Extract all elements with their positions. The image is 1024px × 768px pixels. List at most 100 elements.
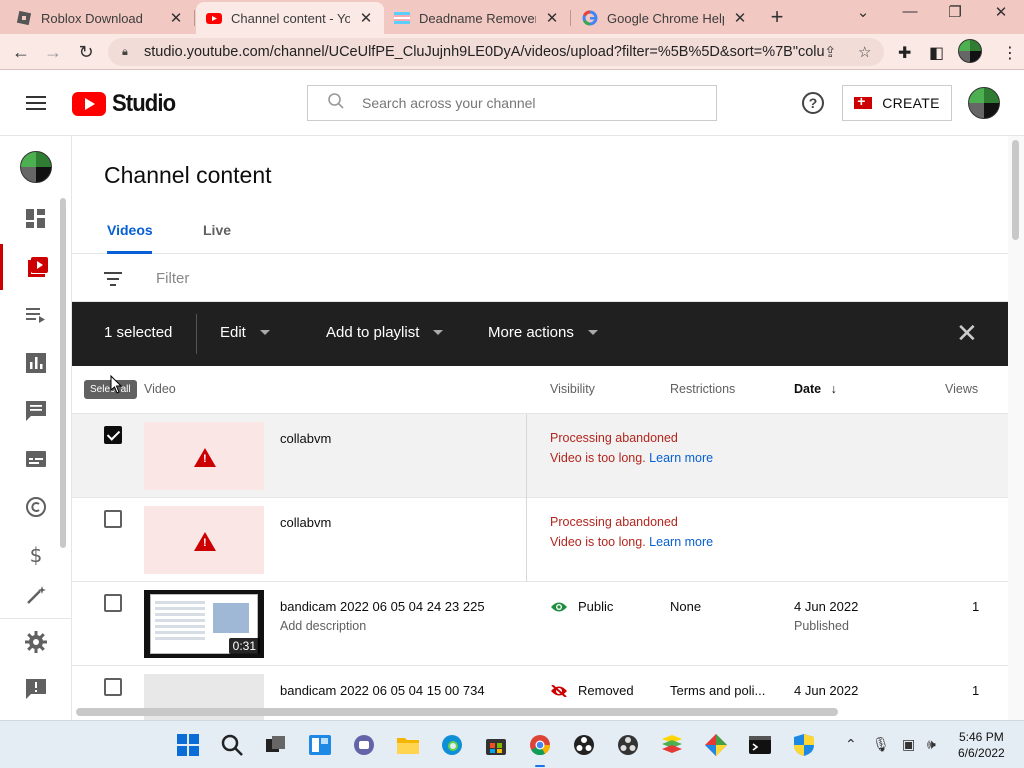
windows-start-icon[interactable] [176,733,200,757]
video-thumbnail[interactable]: 0:31 [144,590,264,658]
row-checkbox[interactable] [104,426,122,444]
restrictions-value[interactable]: Terms and poli... [670,683,765,698]
create-video-icon [854,93,873,109]
row-checkbox[interactable] [104,678,122,696]
taskbar-clock[interactable]: 5:46 PM 6/6/2022 [958,729,1005,761]
profile-avatar[interactable] [958,39,982,63]
restore-icon[interactable]: ❐ [940,3,970,21]
edge-icon[interactable] [440,733,464,757]
back-icon[interactable]: ← [8,40,34,64]
chrome-icon[interactable] [528,733,552,757]
microphone-icon[interactable]: 🎙︎ [872,736,890,753]
obs-icon[interactable] [572,733,596,757]
channel-avatar[interactable] [20,151,52,183]
column-date[interactable]: Date ↓ [794,382,837,396]
close-icon[interactable]: ✕ [956,318,978,349]
sidebar-item-settings[interactable] [0,618,72,664]
row-checkbox[interactable] [104,594,122,612]
row-checkbox[interactable] [104,510,122,528]
close-tab-icon[interactable]: ✕ [732,9,748,27]
video-title[interactable]: bandicam 2022 06 05 04 15 00 734 [280,683,485,698]
filter-input[interactable] [156,266,456,290]
teams-chat-icon[interactable] [352,733,376,757]
microsoft-store-icon[interactable] [484,733,508,757]
more-actions-dropdown[interactable]: More actions [488,324,598,341]
table-row[interactable]: collabvm Processing abandoned Video is t… [72,498,1008,582]
add-description-link[interactable]: Add description [280,619,366,633]
sidebar-item-feedback[interactable] [0,666,72,712]
security-shield-icon[interactable] [792,733,816,757]
table-row[interactable]: collabvm Processing abandoned Video is t… [72,414,1008,498]
video-title[interactable]: bandicam 2022 06 05 04 24 23 225 [280,599,485,614]
reload-icon[interactable]: ↻ [73,40,99,64]
close-window-icon[interactable]: ✕ [986,3,1016,21]
learn-more-link[interactable]: Learn more [649,535,713,549]
gear-icon [25,630,47,653]
widgets-icon[interactable] [308,733,332,757]
extensions-icon[interactable]: ✚ [898,43,911,63]
tab-title: Google Chrome Help [607,10,724,26]
video-thumbnail[interactable] [144,422,264,490]
video-thumbnail[interactable] [144,506,264,574]
visibility-dropdown[interactable]: Removed [550,683,634,698]
file-explorer-icon[interactable] [396,733,420,757]
tab-search-icon[interactable]: ⌄ [848,3,878,21]
vertical-scrollbar[interactable] [1012,140,1019,240]
column-restrictions: Restrictions [670,382,736,396]
forward-icon[interactable]: → [40,40,66,64]
close-tab-icon[interactable]: ✕ [544,9,560,27]
hamburger-menu-icon[interactable] [26,96,46,110]
menu-dots-icon[interactable]: ⋮ [1002,43,1018,63]
app-diamond-icon[interactable] [704,733,728,757]
create-button[interactable]: CREATE [842,85,952,121]
table-row[interactable]: 0:31 bandicam 2022 06 05 04 24 23 225 Ad… [72,582,1008,666]
clock-time: 5:46 PM [959,730,1004,744]
account-avatar[interactable] [968,87,1000,119]
bluestacks-icon[interactable] [660,733,684,757]
browser-tab-deadname[interactable]: Deadname Remover ✕ [384,2,570,34]
task-view-icon[interactable] [264,733,288,757]
learn-more-link[interactable]: Learn more [649,451,713,465]
column-separator [526,498,527,582]
obs-studio-icon[interactable] [616,733,640,757]
browser-tab-youtube[interactable]: Channel content - YouTube ✕ [196,2,384,34]
channel-search[interactable] [307,85,717,121]
tab-videos[interactable]: Videos [107,220,153,254]
browser-tab-chrome-help[interactable]: Google Chrome Help ✕ [572,2,758,34]
add-to-playlist-dropdown[interactable]: Add to playlist [326,324,444,341]
edit-dropdown[interactable]: Edit [220,324,270,341]
sidebar-item-customization[interactable] [0,580,72,610]
minimize-icon[interactable]: — [895,3,925,20]
new-tab-button[interactable]: + [767,4,787,30]
bookmark-star-icon[interactable]: ☆ [858,43,871,61]
url-text[interactable]: studio.youtube.com/channel/UCeUlfPE_CluJ… [144,44,824,60]
address-bar[interactable]: 🔒︎ studio.youtube.com/channel/UCeUlfPE_C… [108,38,884,66]
network-icon[interactable]: ▣ [902,736,915,753]
studio-logo[interactable]: Studio [72,90,181,118]
magic-wand-icon [27,586,46,604]
help-icon[interactable]: ? [802,92,824,114]
search-icon[interactable] [220,733,244,757]
search-input[interactable] [362,95,692,111]
share-icon[interactable]: ⇪ [824,43,837,61]
visibility-dropdown[interactable]: Public [550,599,613,614]
filter-icon[interactable] [104,272,122,290]
tab-title: Roblox Download [41,10,143,26]
horizontal-scrollbar[interactable] [76,708,838,716]
warning-icon [194,532,216,551]
running-indicator [535,765,545,767]
video-title[interactable]: collabvm [280,515,331,530]
terminal-icon[interactable] [748,733,772,757]
volume-icon[interactable]: 🕪︎ [927,736,936,753]
close-tab-icon[interactable]: ✕ [168,9,184,27]
column-separator [526,414,527,498]
date-status: Published [794,619,849,633]
browser-tab-roblox[interactable]: Roblox Download ✕ [6,2,194,34]
close-tab-icon[interactable]: ✕ [358,9,374,27]
lock-icon: 🔒︎ [122,45,128,58]
side-panel-icon[interactable]: ◧ [929,43,944,63]
tab-live[interactable]: Live [203,220,231,254]
sidebar-scrollbar[interactable] [60,198,66,548]
chevron-up-icon[interactable]: ⌃ [845,736,857,753]
video-title[interactable]: collabvm [280,431,331,446]
